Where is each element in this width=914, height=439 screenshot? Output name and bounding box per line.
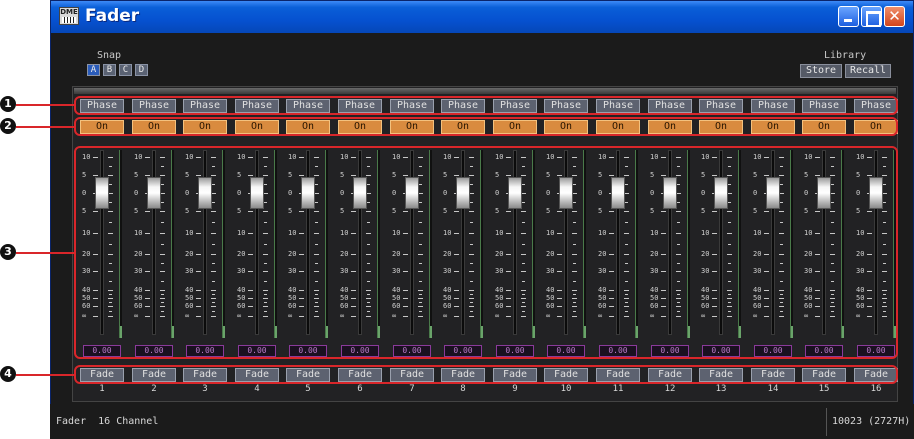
phase-row-highlight bbox=[74, 96, 898, 115]
snap-label: Snap bbox=[97, 50, 122, 61]
status-right-text: 10023 (2727H) bbox=[832, 416, 911, 427]
channel-number: 2 bbox=[151, 384, 157, 394]
title-bar[interactable]: DME Fader ✕ bbox=[51, 1, 913, 33]
snap-button-a[interactable]: A bbox=[87, 64, 100, 76]
channel-number: 10 bbox=[560, 384, 572, 394]
channel-number: 13 bbox=[715, 384, 727, 394]
maximize-button[interactable] bbox=[861, 6, 882, 27]
channel-number: 3 bbox=[202, 384, 208, 394]
channel-number: 12 bbox=[664, 384, 676, 394]
dme-app-icon: DME bbox=[59, 7, 79, 25]
fader-area-highlight bbox=[74, 146, 898, 359]
callout-3-marker: 3 bbox=[0, 244, 16, 260]
channel-number: 9 bbox=[512, 384, 518, 394]
channel-number: 7 bbox=[409, 384, 415, 394]
callout-1-marker: 1 bbox=[0, 96, 16, 112]
app-icon-label: DME bbox=[60, 8, 78, 16]
fade-row-highlight bbox=[74, 365, 898, 384]
close-button[interactable]: ✕ bbox=[884, 6, 905, 27]
callout-2-line bbox=[16, 126, 74, 128]
snap-button-c[interactable]: C bbox=[119, 64, 132, 76]
on-row-highlight bbox=[74, 117, 898, 136]
channel-number: 6 bbox=[357, 384, 363, 394]
callout-4-marker: 4 bbox=[0, 366, 16, 382]
channel-number: 16 bbox=[870, 384, 882, 394]
callout-3-line bbox=[16, 252, 74, 254]
status-left-text: Fader 16 Channel bbox=[56, 416, 159, 427]
keyboard-icon bbox=[62, 17, 76, 23]
status-separator bbox=[826, 408, 827, 436]
window-title: Fader bbox=[85, 6, 140, 26]
snap-button-b[interactable]: B bbox=[103, 64, 116, 76]
channel-number: 11 bbox=[612, 384, 624, 394]
store-button[interactable]: Store bbox=[800, 64, 842, 78]
channel-number: 8 bbox=[460, 384, 466, 394]
callout-1-line bbox=[16, 104, 74, 106]
minimize-button[interactable] bbox=[838, 6, 859, 27]
channel-number: 15 bbox=[818, 384, 830, 394]
callout-2-marker: 2 bbox=[0, 118, 16, 134]
status-bar bbox=[50, 404, 914, 439]
snap-button-d[interactable]: D bbox=[135, 64, 148, 76]
panel-header-bar bbox=[74, 88, 896, 94]
callout-4-line bbox=[16, 374, 74, 376]
channel-number: 4 bbox=[254, 384, 260, 394]
channel-number: 14 bbox=[767, 384, 779, 394]
channel-number: 1 bbox=[99, 384, 105, 394]
library-label: Library bbox=[824, 50, 867, 61]
recall-button[interactable]: Recall bbox=[845, 64, 891, 78]
channel-number: 5 bbox=[305, 384, 311, 394]
